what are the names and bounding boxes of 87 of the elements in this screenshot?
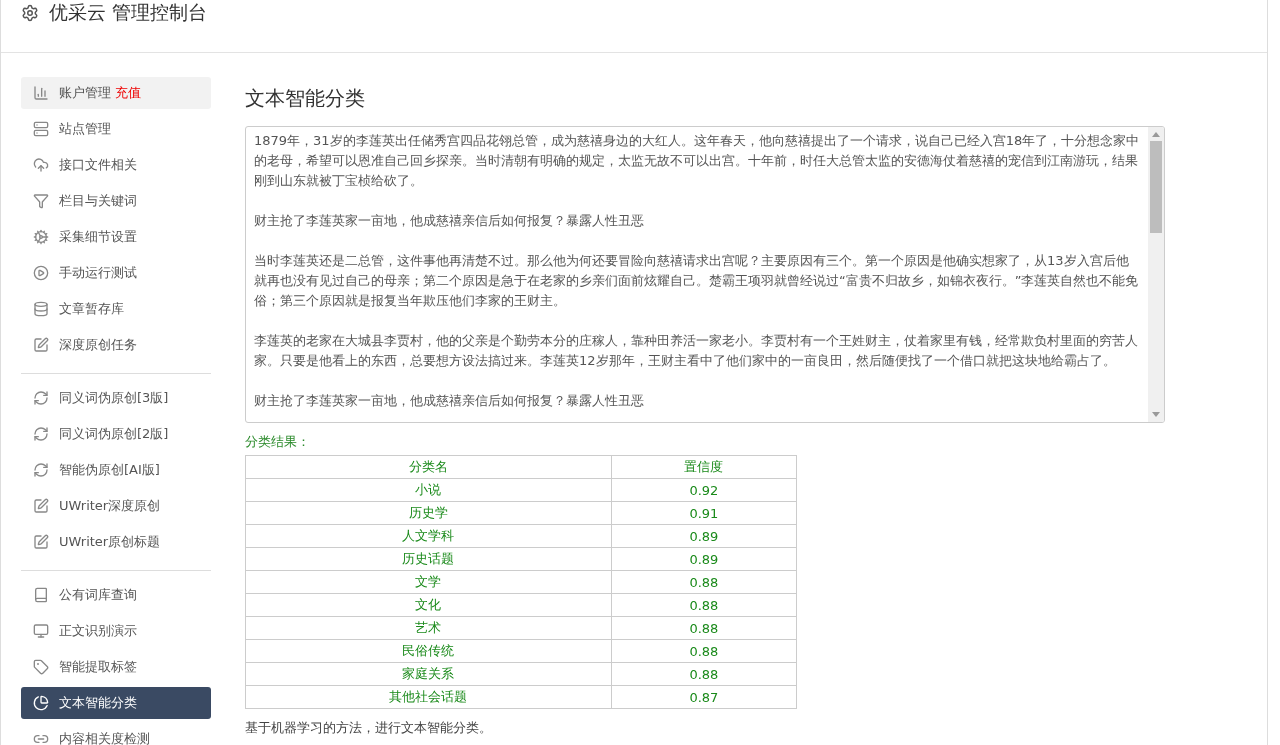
column-header: 置信度 bbox=[611, 455, 797, 479]
sidebar-item[interactable]: 同义词伪原创[2版] bbox=[21, 418, 211, 450]
sidebar-label: 账户管理 充值 bbox=[59, 84, 142, 102]
scrollbar[interactable] bbox=[1148, 127, 1164, 422]
sidebar-label: 同义词伪原创[3版] bbox=[59, 389, 169, 407]
result-label: 分类结果： bbox=[245, 433, 311, 451]
sidebar-item[interactable]: 接口文件相关 bbox=[21, 149, 211, 181]
table-cell: 文学 bbox=[245, 570, 612, 594]
pencil-square-icon bbox=[33, 337, 49, 353]
play-icon bbox=[33, 265, 49, 281]
sidebar-label: 智能提取标签 bbox=[59, 658, 137, 676]
sidebar-item[interactable]: 采集细节设置 bbox=[21, 221, 211, 253]
page-title: 文本智能分类 bbox=[245, 85, 366, 112]
text-paragraph: 当时李莲英还是二总管，这件事他再清楚不过。那么他为何还要冒险向慈禧请求出宫呢？主要原因有三个。第一个原因是他确实想家了，从13岁入宫后他就再也没有见过自己的母亲；第二个原因是急于在老家的乡亲们面前炫耀自己。楚霸王项羽就曾经说过“富贵不归故乡，如锦衣夜行。”李莲英自然也不能免俗；第三个原因就是报复当年欺压他们李家的王财主。 bbox=[254, 252, 1140, 310]
sidebar-label: 正文识别演示 bbox=[59, 622, 137, 640]
sidebar-label: 同义词伪原创[2版] bbox=[59, 425, 169, 443]
sidebar-item[interactable]: 深度原创任务 bbox=[21, 329, 211, 361]
sidebar-item[interactable]: 文本智能分类 bbox=[21, 687, 211, 719]
book-icon bbox=[33, 587, 49, 603]
table-cell: 0.88 bbox=[611, 593, 797, 617]
sidebar-label: 内容相关度检测 bbox=[59, 730, 150, 745]
table-cell: 文化 bbox=[245, 593, 612, 617]
sidebar-label: UWriter深度原创 bbox=[59, 497, 161, 515]
pie-chart-icon bbox=[33, 695, 49, 711]
refresh-icon bbox=[33, 462, 49, 478]
database-icon bbox=[33, 301, 49, 317]
sidebar-item[interactable]: 账户管理 充值 bbox=[21, 77, 211, 109]
sidebar-item[interactable]: 文章暂存库 bbox=[21, 293, 211, 325]
text-paragraph: 1879年，31岁的李莲英出任储秀宫四品花翎总管，成为慈禧身边的大红人。这年春天，他向慈禧提出了一个请求，说自己已经入宫18年了，十分想念家中的老母，希望可以恩准自己回乡探亲。当时清朝有明确的规定，太监无故不可以出宫。十年前，时任大总管太监的安德海仗着慈禧的宠信到江南游玩，结果刚到山东就被丁宝桢给砍了。 bbox=[254, 132, 1140, 190]
sidebar-item[interactable]: UWriter原创标题 bbox=[21, 526, 211, 558]
table-cell: 0.89 bbox=[611, 547, 797, 571]
table-cell: 历史学 bbox=[245, 501, 612, 525]
pencil-square-icon bbox=[33, 534, 49, 550]
sidebar-item[interactable]: 智能提取标签 bbox=[21, 651, 211, 683]
description-text: 基于机器学习的方法，进行文本智能分类。 bbox=[245, 719, 493, 737]
sidebar-item[interactable]: 智能伪原创[AI版] bbox=[21, 454, 211, 486]
settings-icon bbox=[21, 4, 39, 22]
table-cell: 家庭关系 bbox=[245, 662, 612, 686]
text-paragraph: 李莲英的老家在大城县李贾村，他的父亲是个勤劳本分的庄稼人，靠种田养活一家老小。李贾村有一个王姓财主，仗着家里有钱，经常欺负村里面的穷苦人家。只要是他看上的东西，总要想方设法搞过来。李莲英12岁那年，王财主看中了他们家中的一亩良田，然后随便找了一个借口就把这块地给霸占了。 bbox=[254, 332, 1139, 370]
pencil-square-icon bbox=[33, 498, 49, 514]
sidebar-label: 文本智能分类 bbox=[59, 694, 137, 712]
sidebar-label: 站点管理 bbox=[59, 120, 111, 138]
sidebar-item[interactable]: 公有词库查询 bbox=[21, 579, 211, 611]
sidebar-label: 采集细节设置 bbox=[59, 228, 137, 246]
table-cell: 0.88 bbox=[611, 570, 797, 594]
sidebar-item[interactable]: 正文识别演示 bbox=[21, 615, 211, 647]
table-cell: 0.89 bbox=[611, 524, 797, 548]
table-cell: 0.88 bbox=[611, 662, 797, 686]
bar-chart-icon bbox=[33, 85, 49, 101]
sidebar-label: 深度原创任务 bbox=[59, 336, 137, 354]
table-cell: 艺术 bbox=[245, 616, 612, 640]
gear-icon bbox=[33, 229, 49, 245]
cloud-upload-icon bbox=[33, 157, 49, 173]
sidebar-item[interactable]: 站点管理 bbox=[21, 113, 211, 145]
monitor-icon bbox=[33, 623, 49, 639]
table-cell: 0.91 bbox=[611, 501, 797, 525]
sidebar-label: 手动运行测试 bbox=[59, 264, 137, 282]
table-cell: 0.87 bbox=[611, 685, 797, 709]
table-cell: 小说 bbox=[245, 478, 612, 502]
sidebar-label: UWriter原创标题 bbox=[59, 533, 161, 551]
table-cell: 0.88 bbox=[611, 639, 797, 663]
sidebar-label: 文章暂存库 bbox=[59, 300, 124, 318]
refresh-icon bbox=[33, 426, 49, 442]
text-paragraph: 财主抢了李莲英家一亩地，他成慈禧亲信后如何报复？暴露人性丑恶 bbox=[254, 392, 645, 410]
sidebar-item[interactable]: 手动运行测试 bbox=[21, 257, 211, 289]
tag-icon bbox=[33, 659, 49, 675]
sidebar-item[interactable]: 内容相关度检测 bbox=[21, 723, 211, 745]
server-icon bbox=[33, 121, 49, 137]
table-cell: 0.88 bbox=[611, 616, 797, 640]
sidebar-label: 栏目与关键词 bbox=[59, 192, 137, 210]
text-input[interactable] bbox=[245, 126, 1165, 423]
sidebar-label: 公有词库查询 bbox=[59, 586, 137, 604]
filter-icon bbox=[33, 193, 49, 209]
console-title: 优采云 管理控制台 bbox=[49, 0, 208, 25]
sidebar-item[interactable]: 同义词伪原创[3版] bbox=[21, 382, 211, 414]
table-cell: 其他社会话题 bbox=[245, 685, 612, 709]
table-cell: 历史话题 bbox=[245, 547, 612, 571]
text-paragraph: 财主抢了李莲英家一亩地，他成慈禧亲信后如何报复？暴露人性丑恶 bbox=[254, 212, 645, 230]
table-cell: 民俗传统 bbox=[245, 639, 612, 663]
column-header: 分类名 bbox=[245, 455, 612, 479]
sidebar-item[interactable]: 栏目与关键词 bbox=[21, 185, 211, 217]
sidebar-label: 智能伪原创[AI版] bbox=[59, 461, 160, 479]
refresh-icon bbox=[33, 390, 49, 406]
table-cell: 0.92 bbox=[611, 478, 797, 502]
sidebar-label: 接口文件相关 bbox=[59, 156, 137, 174]
sidebar-item[interactable]: UWriter深度原创 bbox=[21, 490, 211, 522]
table-cell: 人文学科 bbox=[245, 524, 612, 548]
